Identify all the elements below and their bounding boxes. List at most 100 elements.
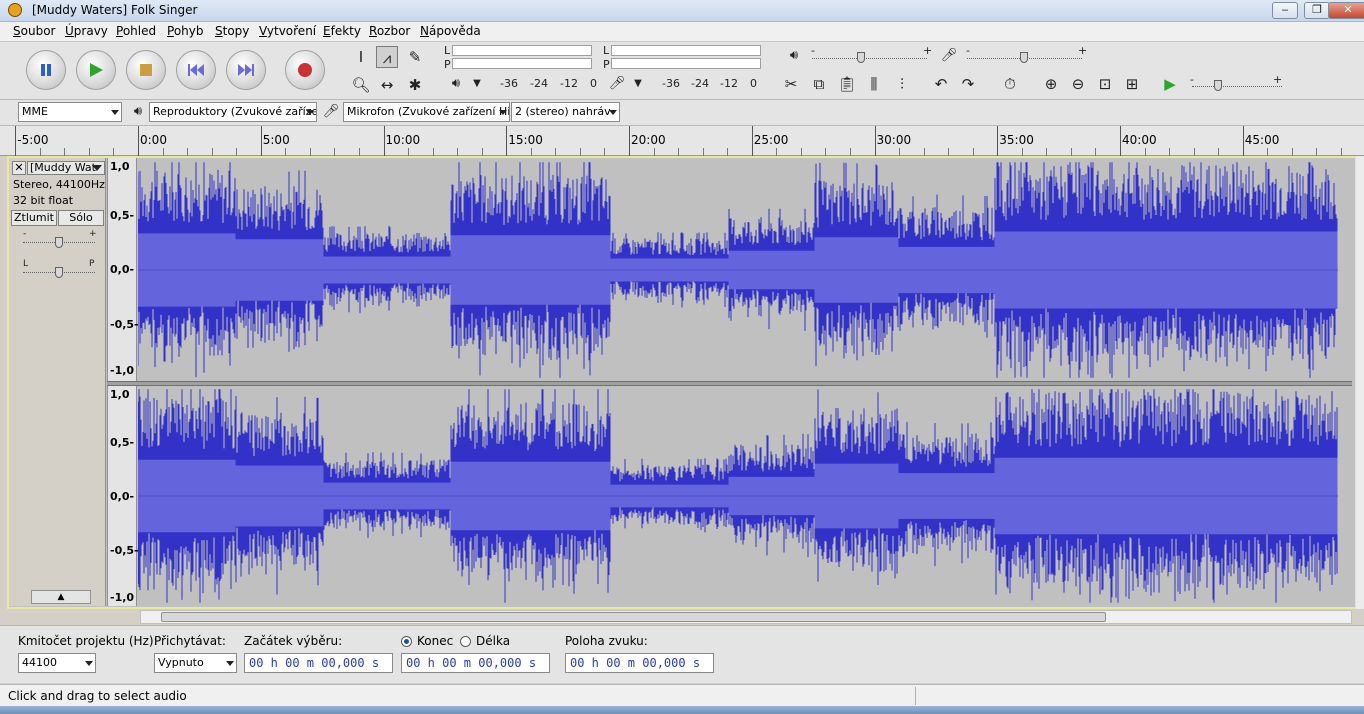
trim-icon[interactable]: ⫼ bbox=[863, 73, 885, 95]
ruler-minor-tick bbox=[309, 148, 311, 156]
skip-end-button[interactable] bbox=[226, 50, 266, 90]
collapse-track-button[interactable]: ▲ bbox=[31, 590, 91, 604]
menu-vytvoreni[interactable]: Vytvoření bbox=[259, 24, 316, 38]
pause-button[interactable] bbox=[26, 50, 66, 90]
scale-label: -0,5- bbox=[110, 318, 139, 331]
gain-slider[interactable] bbox=[55, 237, 63, 248]
zoom-in-icon[interactable]: ⊕ bbox=[1040, 73, 1062, 95]
menu-pohled[interactable]: Pohled bbox=[116, 24, 156, 38]
solo-button[interactable]: Sólo bbox=[58, 210, 104, 226]
zoom-tool-icon[interactable]: 🔍︎ bbox=[350, 74, 372, 96]
output-volume-slider[interactable] bbox=[857, 52, 865, 63]
selection-end-value: 00 h 00 m 00,000 s bbox=[406, 656, 537, 670]
timeline-ruler[interactable]: -5:00 0:00 5:00 10:00 15:00 20:00 25:00 30:00 35… bbox=[0, 126, 1364, 156]
record-button[interactable] bbox=[285, 50, 325, 90]
sync-lock-icon[interactable]: ⏱ bbox=[999, 73, 1021, 95]
end-radio[interactable] bbox=[401, 636, 412, 647]
selection-tool-icon[interactable]: I bbox=[350, 46, 372, 68]
ruler-minor-tick bbox=[800, 148, 802, 156]
ruler-minor-tick bbox=[1070, 148, 1072, 156]
selection-start-value: 00 h 00 m 00,000 s bbox=[249, 656, 380, 670]
maximize-button[interactable]: ❐ bbox=[1304, 2, 1330, 19]
input-device-select[interactable]: Mikrofon (Zvukové zařízení Hig bbox=[343, 102, 510, 122]
speaker-meter-icon[interactable]: 🔊︎ bbox=[445, 73, 467, 95]
close-track-button[interactable]: ✕ bbox=[12, 161, 26, 175]
scale-label: 1,0 bbox=[110, 160, 130, 173]
ruler-minor-tick bbox=[64, 148, 66, 156]
audio-position-field[interactable]: 00 h 00 m 00,000 s bbox=[565, 653, 714, 673]
close-button[interactable]: ✕ bbox=[1328, 2, 1364, 19]
chevron-down-icon bbox=[92, 165, 102, 171]
paste-icon[interactable]: 📋︎ bbox=[836, 73, 858, 95]
play-button[interactable] bbox=[76, 50, 116, 90]
selection-end-field[interactable]: 00 h 00 m 00,000 s bbox=[401, 653, 550, 673]
scale-label: 1,0 bbox=[110, 388, 130, 401]
menu-upravy[interactable]: Úpravy bbox=[65, 24, 108, 38]
end-radio-label: Konec bbox=[417, 634, 454, 648]
waveform-left-channel[interactable] bbox=[138, 160, 1338, 380]
play-at-speed-icon[interactable]: ▶ bbox=[1159, 73, 1181, 95]
input-channels-select[interactable]: 2 (stereo) nahráv bbox=[511, 102, 620, 122]
menu-pohyb[interactable]: Pohyb bbox=[167, 24, 203, 38]
waveform-right-channel[interactable] bbox=[138, 387, 1338, 605]
ruler-minor-tick bbox=[1169, 148, 1171, 156]
ruler-minor-tick bbox=[727, 148, 729, 156]
audio-host-select[interactable]: MME bbox=[18, 102, 122, 122]
channel-separator bbox=[107, 381, 1352, 386]
ruler-minor-tick bbox=[408, 148, 410, 156]
length-radio-label: Délka bbox=[476, 634, 511, 648]
ruler-minor-tick bbox=[678, 148, 680, 156]
skip-start-button[interactable] bbox=[176, 50, 216, 90]
length-radio[interactable] bbox=[460, 636, 471, 647]
silence-icon[interactable]: ⫶ bbox=[891, 73, 913, 95]
mic-meter-dropdown-icon[interactable]: ▼ bbox=[627, 73, 649, 95]
mute-button[interactable]: Ztlumit bbox=[11, 210, 57, 226]
ruler-label: -5:00 bbox=[17, 133, 49, 147]
selection-start-field[interactable]: 00 h 00 m 00,000 s bbox=[244, 653, 393, 673]
menu-soubor[interactable]: Soubor bbox=[13, 24, 55, 38]
scrollbar-thumb[interactable] bbox=[161, 612, 1106, 622]
play-speed-slider[interactable] bbox=[1214, 80, 1222, 91]
snap-select[interactable]: Vypnuto bbox=[154, 653, 237, 673]
cut-icon[interactable]: ✂ bbox=[780, 73, 802, 95]
undo-icon[interactable]: ↶ bbox=[930, 73, 952, 95]
horizontal-scrollbar[interactable] bbox=[140, 610, 1352, 624]
chevron-down-icon bbox=[499, 110, 507, 115]
timeshift-tool-icon[interactable]: ↔ bbox=[376, 74, 398, 96]
output-volume-icon: 🔊︎ bbox=[789, 48, 799, 63]
speaker-meter-dropdown-icon[interactable]: ▼ bbox=[466, 73, 488, 95]
redo-icon[interactable]: ↷ bbox=[957, 73, 979, 95]
ruler-minor-tick bbox=[604, 148, 606, 156]
project-rate-select[interactable]: 44100 bbox=[18, 653, 96, 673]
rec-scale-24: -24 bbox=[691, 77, 709, 90]
play-scale-24: -24 bbox=[530, 77, 548, 90]
zoom-out-icon[interactable]: ⊖ bbox=[1067, 73, 1089, 95]
menu-efekty[interactable]: Efekty bbox=[323, 24, 361, 38]
ruler-minor-tick bbox=[825, 148, 827, 156]
draw-tool-icon[interactable]: ✎ bbox=[404, 46, 426, 68]
rec-meter-right bbox=[611, 58, 761, 69]
menu-stopy[interactable]: Stopy bbox=[215, 24, 249, 38]
menu-napoveda[interactable]: Nápověda bbox=[420, 24, 481, 38]
mic-meter-icon[interactable]: 🎤︎ bbox=[606, 73, 628, 95]
input-volume-slider[interactable] bbox=[1020, 52, 1028, 63]
ruler-minor-tick bbox=[849, 148, 851, 156]
stop-button[interactable] bbox=[126, 50, 166, 90]
copy-icon[interactable]: ⧉ bbox=[808, 73, 830, 95]
multi-tool-icon[interactable]: ✱ bbox=[404, 74, 426, 96]
menu-rozbor[interactable]: Rozbor bbox=[369, 24, 410, 38]
fit-project-icon[interactable]: ⊞ bbox=[1121, 73, 1143, 95]
output-device-select[interactable]: Reproduktory (Zvukové zaříze bbox=[149, 102, 317, 122]
vertical-scale-right-channel: 1,0 0,5- 0,0- -0,5- -1,0 bbox=[107, 386, 139, 606]
play-meter-left-label: L bbox=[444, 44, 451, 57]
ruler-major-tick bbox=[751, 126, 753, 156]
pan-slider[interactable] bbox=[55, 267, 63, 278]
track-name-dropdown[interactable]: [Muddy Wat bbox=[27, 161, 105, 175]
envelope-tool-icon[interactable]: ⩘ bbox=[376, 46, 398, 68]
vertical-scrollbar[interactable] bbox=[1356, 156, 1364, 609]
chevron-down-icon bbox=[609, 110, 617, 115]
project-rate-label: Kmitočet projektu (Hz): bbox=[18, 634, 158, 648]
ruler-major-tick bbox=[1120, 126, 1121, 156]
fit-selection-icon[interactable]: ⊡ bbox=[1094, 73, 1116, 95]
minimize-button[interactable]: ‒ bbox=[1272, 2, 1298, 19]
